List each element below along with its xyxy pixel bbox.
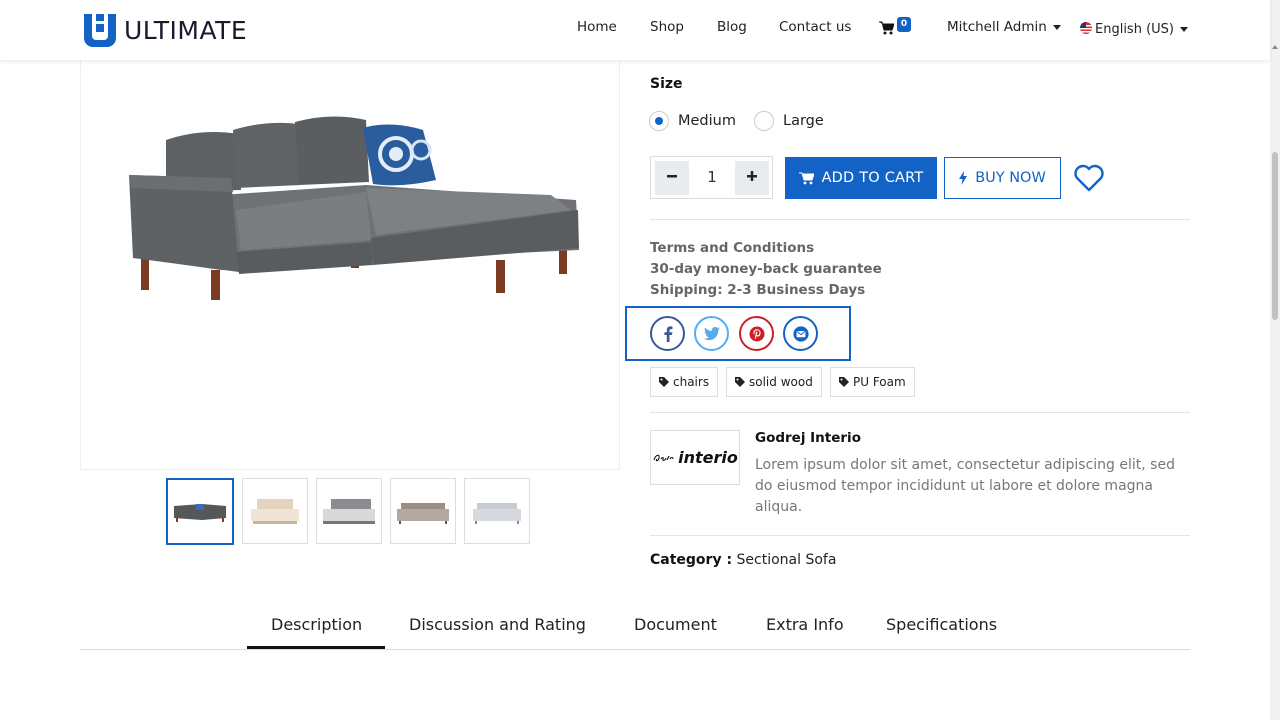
brand-logo-text: interio xyxy=(678,448,738,467)
user-name: Mitchell Admin xyxy=(947,19,1047,35)
metal-bed-thumb-icon xyxy=(323,499,375,524)
product-tabs: Description Discussion and Rating Docume… xyxy=(80,600,1190,650)
thumbnail-strip xyxy=(166,478,530,545)
size-medium-radio[interactable] xyxy=(649,111,669,131)
add-to-cart-label: ADD TO CART xyxy=(821,170,924,186)
chevron-down-icon xyxy=(1052,24,1061,30)
sectional-sofa-thumb-icon xyxy=(174,504,226,522)
size-medium-label[interactable]: Medium xyxy=(678,113,736,129)
terms-block: Terms and Conditions 30-day money-back g… xyxy=(650,238,882,301)
cart-icon xyxy=(798,172,814,184)
category-line: Category : Sectional Sofa xyxy=(650,552,836,568)
quantity-stepper: 1 xyxy=(650,156,773,199)
size-large-label[interactable]: Large xyxy=(783,113,824,129)
tab-discussion-rating[interactable]: Discussion and Rating xyxy=(409,615,586,634)
divider xyxy=(650,219,1190,220)
heart-icon[interactable] xyxy=(1073,163,1105,193)
tag-label: chairs xyxy=(673,375,710,389)
bed-thumb-icon xyxy=(251,499,299,524)
thumbnail-1[interactable] xyxy=(166,478,234,545)
tag-chairs[interactable]: chairs xyxy=(650,367,719,397)
share-twitter-button[interactable] xyxy=(694,316,729,351)
tab-specifications[interactable]: Specifications xyxy=(886,615,997,634)
sofa-thumb-icon xyxy=(397,503,449,524)
godrej-signature-icon xyxy=(653,454,674,461)
share-email-button[interactable] xyxy=(783,316,818,351)
size-large-radio[interactable] xyxy=(754,111,774,131)
buy-now-label: BUY NOW xyxy=(975,170,1046,186)
language-selector[interactable]: English (US) xyxy=(1080,22,1188,37)
tag-icon xyxy=(839,377,849,387)
tab-document[interactable]: Document xyxy=(634,615,717,634)
thumbnail-2[interactable] xyxy=(242,478,308,544)
brand-name[interactable]: Godrej Interio xyxy=(755,430,861,446)
site-header: ULTIMATE Home Shop Blog Contact us 0 Mit… xyxy=(0,0,1270,60)
share-facebook-button[interactable] xyxy=(650,316,685,351)
shipping-text: Shipping: 2-3 Business Days xyxy=(650,282,866,298)
tag-pu-foam[interactable]: PU Foam xyxy=(830,367,915,397)
divider xyxy=(650,412,1190,413)
brand-logo[interactable]: interio xyxy=(650,430,740,485)
cart-link[interactable] xyxy=(879,20,895,39)
bolt-icon xyxy=(959,171,968,185)
nav-home[interactable]: Home xyxy=(577,19,617,35)
product-main-image[interactable] xyxy=(80,60,620,470)
tab-extra-info[interactable]: Extra Info xyxy=(766,615,844,634)
cart-icon xyxy=(879,21,895,35)
sofa-image xyxy=(129,116,579,300)
tag-icon xyxy=(659,377,669,387)
buy-now-button[interactable]: BUY NOW xyxy=(944,157,1061,199)
minus-icon xyxy=(667,175,677,178)
us-flag-icon xyxy=(1080,22,1092,34)
facebook-icon xyxy=(663,325,672,342)
site-logo[interactable]: ULTIMATE xyxy=(82,12,247,48)
scrollbar-thumb[interactable] xyxy=(1272,152,1278,320)
tag-label: solid wood xyxy=(749,375,813,389)
twitter-icon xyxy=(703,327,720,340)
tag-label: PU Foam xyxy=(853,375,906,389)
cart-count-badge: 0 xyxy=(897,17,911,32)
nav-contact[interactable]: Contact us xyxy=(779,19,851,35)
user-menu[interactable]: Mitchell Admin xyxy=(947,19,1061,35)
email-icon xyxy=(792,325,809,342)
thumbnail-3[interactable] xyxy=(316,478,382,544)
guarantee-text: 30-day money-back guarantee xyxy=(650,261,882,277)
page-scrollbar[interactable] xyxy=(1270,0,1280,720)
category-value[interactable]: Sectional Sofa xyxy=(737,552,837,568)
add-to-cart-button[interactable]: ADD TO CART xyxy=(785,157,937,199)
tag-solid-wood[interactable]: solid wood xyxy=(726,367,822,397)
divider xyxy=(650,535,1190,536)
nav-blog[interactable]: Blog xyxy=(717,19,747,35)
quantity-input[interactable]: 1 xyxy=(691,157,733,198)
brand-description: Lorem ipsum dolor sit amet, consectetur … xyxy=(755,457,1175,515)
language-label: English (US) xyxy=(1095,22,1174,37)
pinterest-icon xyxy=(749,326,764,341)
tag-icon xyxy=(735,377,745,387)
thumbnail-4[interactable] xyxy=(390,478,456,544)
scroll-up-arrow-icon[interactable] xyxy=(1272,45,1278,49)
thumbnail-5[interactable] xyxy=(464,478,530,544)
active-tab-indicator xyxy=(247,646,385,649)
logo-mark-icon xyxy=(84,14,116,47)
terms-link[interactable]: Terms and Conditions xyxy=(650,238,882,259)
plus-icon xyxy=(747,171,757,181)
chevron-down-icon xyxy=(1179,27,1188,32)
share-pinterest-button[interactable] xyxy=(739,316,774,351)
size-label: Size xyxy=(650,76,683,92)
nav-shop[interactable]: Shop xyxy=(650,19,684,35)
brand-name: ULTIMATE xyxy=(124,15,248,45)
grey-sofa-thumb-icon xyxy=(473,503,521,524)
quantity-increase-button[interactable] xyxy=(735,161,769,195)
quantity-decrease-button[interactable] xyxy=(655,161,689,195)
tab-description[interactable]: Description xyxy=(271,615,362,634)
category-label: Category : xyxy=(650,552,733,568)
